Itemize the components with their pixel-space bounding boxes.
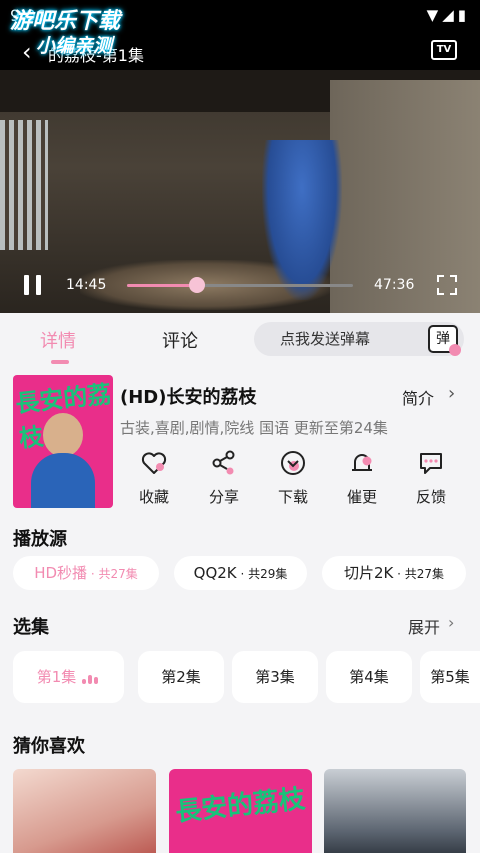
source-count: · 共29集: [236, 567, 288, 581]
show-meta: 古装,喜剧,剧情,院线 国语 更新至第24集: [120, 419, 388, 437]
poster-title-art: 長安的荔枝: [14, 380, 113, 453]
episode-item[interactable]: 第4集: [326, 651, 412, 703]
tab-details[interactable]: 详情: [40, 327, 76, 353]
recommend-card[interactable]: 長安的荔枝: [169, 769, 312, 853]
recommend-card[interactable]: [324, 769, 466, 853]
show-title: (HD)长安的荔枝: [120, 387, 257, 408]
watermark-logo: 游吧乐下载 小编亲测: [10, 10, 120, 58]
playing-indicator-icon: [82, 653, 100, 705]
favorite-label: 收藏: [138, 488, 169, 506]
detail-tabs: 详情 评论 点我发送弹幕 弹: [0, 313, 480, 369]
episode-label: 第3集: [255, 668, 295, 686]
action-bar: 收藏 分享 下载 催更 反馈: [120, 448, 470, 512]
download-button[interactable]: 下载: [263, 448, 323, 507]
current-time: 14:45: [66, 277, 107, 293]
download-label: 下载: [277, 488, 308, 506]
episode-label: 第1集: [36, 668, 77, 686]
recommend-poster-art: 長安的荔枝: [174, 784, 307, 828]
source-pill[interactable]: 切片2K · 共27集: [322, 556, 466, 590]
sources-heading: 播放源: [13, 529, 67, 550]
source-pill[interactable]: HD秒播 · 共27集: [13, 556, 159, 590]
watermark-line1: 游吧乐下载: [10, 9, 121, 34]
source-name: HD秒播: [34, 564, 88, 582]
source-pill[interactable]: QQ2K · 共29集: [174, 556, 307, 590]
fullscreen-icon[interactable]: [437, 275, 457, 295]
pause-icon[interactable]: [24, 275, 42, 295]
share-button[interactable]: 分享: [194, 448, 254, 507]
episode-item[interactable]: 第1集: [13, 651, 124, 703]
download-icon: [281, 451, 305, 475]
source-name: QQ2K: [193, 564, 237, 582]
share-icon: [212, 450, 235, 475]
episodes-heading: 选集: [13, 617, 49, 638]
tab-comments[interactable]: 评论: [162, 327, 198, 353]
player-controls: 14:45 47:36: [0, 268, 480, 304]
source-count: · 共27集: [393, 567, 445, 581]
source-name: 切片2K: [343, 564, 394, 582]
video-player[interactable]: 9:06 ▼◢▮ ‹ 的荔枝-第1集 TV 游吧乐下载 小编亲测 14:45 4…: [0, 0, 480, 313]
urge-update-button[interactable]: 催更: [332, 448, 392, 507]
progress-fill: [127, 284, 198, 287]
episode-label: 第5集: [430, 668, 470, 686]
danmu-toggle-icon[interactable]: 弹: [428, 325, 461, 356]
feedback-label: 反馈: [415, 488, 446, 506]
feedback-icon: [420, 453, 442, 474]
urge-update-label: 催更: [346, 488, 377, 506]
share-label: 分享: [208, 488, 239, 506]
tv-cast-icon[interactable]: TV: [431, 40, 457, 60]
episode-item[interactable]: 第5集: [420, 651, 480, 703]
chevron-right-icon[interactable]: ›: [448, 613, 454, 632]
chevron-right-icon[interactable]: ›: [448, 383, 455, 404]
episode-item[interactable]: 第2集: [138, 651, 224, 703]
feedback-button[interactable]: 反馈: [401, 448, 461, 507]
recommend-card[interactable]: [13, 769, 156, 853]
heart-icon: [141, 452, 167, 474]
recommend-heading: 猜你喜欢: [13, 736, 85, 757]
source-count: · 共27集: [87, 567, 138, 581]
progress-knob[interactable]: [189, 277, 206, 293]
intro-link[interactable]: 简介: [402, 385, 434, 409]
tab-indicator: [51, 360, 69, 364]
episode-item[interactable]: 第3集: [232, 651, 318, 703]
status-icons: ▼◢▮: [426, 6, 470, 24]
bell-icon: [352, 454, 372, 471]
episode-label: 第4集: [349, 668, 389, 686]
favorite-button[interactable]: 收藏: [124, 448, 184, 507]
duration: 47:36: [374, 277, 415, 293]
episode-label: 第2集: [161, 668, 201, 686]
progress-track[interactable]: [127, 277, 353, 293]
expand-link[interactable]: 展开: [408, 614, 440, 638]
watermark-line2: 小编亲测: [36, 35, 113, 57]
show-poster: 長安的荔枝: [13, 375, 113, 508]
